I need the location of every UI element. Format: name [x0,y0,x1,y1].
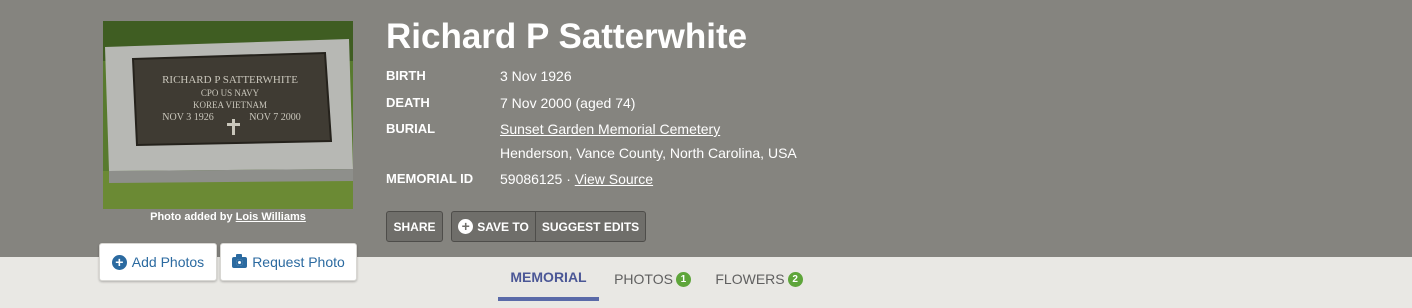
birth-value: 3 Nov 1926 [500,68,572,84]
memorial-id-value: 59086125 [500,171,563,187]
cemetery-name[interactable]: Sunset Garden Memorial Cemetery [500,121,720,137]
plaque-birth-text: NOV 3 1926 [162,112,213,123]
plus-circle-icon: + [458,219,474,234]
tab-flowers[interactable]: FLOWERS 2 [709,257,809,301]
tab-photos[interactable]: PHOTOS 1 [605,257,700,301]
plaque-war-text: KOREA VIETNAM [193,100,267,110]
memorial-action-group: + SAVE TO SUGGEST EDITS [451,211,646,242]
request-photo-label: Request Photo [252,254,345,270]
headstone-photo[interactable]: RICHARD P SATTERWHITE CPO US NAVY KOREA … [103,21,353,209]
memorial-id-value-group: 59086125 · View Source [500,171,653,187]
save-to-button[interactable]: + SAVE TO [452,212,536,241]
tab-flowers-label: FLOWERS [715,271,785,287]
photo-credit-prefix: Photo added by [150,211,233,223]
share-button[interactable]: SHARE [386,211,443,242]
plaque-rank-text: CPO US NAVY [201,88,260,98]
memorial-id-label: MEMORIAL ID [386,171,474,186]
memorial-name: Richard P Satterwhite [386,17,748,56]
camera-icon [232,253,248,268]
save-to-label: SAVE TO [477,219,529,234]
death-value: 7 Nov 2000 (aged 74) [500,95,636,111]
memorial-id-separator: · [566,171,571,187]
add-photos-label: Add Photos [131,254,205,270]
birth-label: BIRTH [386,68,426,83]
add-photos-button[interactable]: + Add Photos [99,243,217,281]
view-source-link[interactable]: View Source [575,171,653,187]
tab-memorial-label: MEMORIAL [510,269,587,285]
tab-memorial[interactable]: MEMORIAL [498,257,599,301]
photo-credit-user-link[interactable]: Lois Williams [236,211,306,223]
death-label: DEATH [386,95,430,110]
tab-photos-label: PHOTOS [614,271,673,287]
burial-cemetery-link[interactable]: Sunset Garden Memorial Cemetery [500,121,720,137]
plaque-name-text: RICHARD P SATTERWHITE [162,74,298,86]
flowers-count-badge: 2 [787,271,803,287]
burial-location: Henderson, Vance County, North Carolina,… [500,145,797,161]
suggest-edits-button[interactable]: SUGGEST EDITS [536,212,645,241]
plus-circle-icon: + [111,254,127,270]
burial-label: BURIAL [386,121,436,136]
request-photo-button[interactable]: Request Photo [220,243,357,281]
photo-credit: Photo added by Lois Williams [103,211,353,223]
plaque-death-text: NOV 7 2000 [249,112,300,123]
photos-count-badge: 1 [675,271,691,287]
